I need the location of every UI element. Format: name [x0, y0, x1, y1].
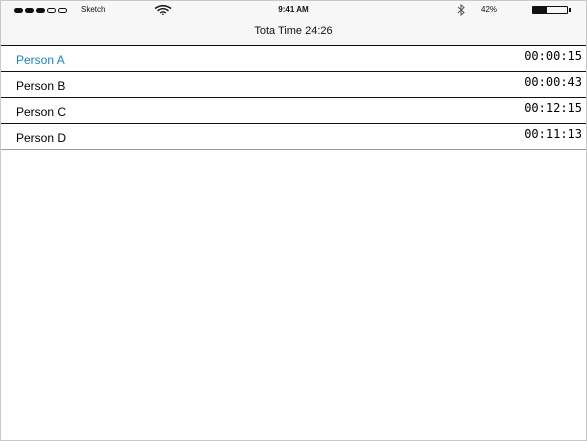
battery-fill — [533, 7, 548, 13]
clock-time: 9:41 AM — [278, 5, 309, 14]
person-time: 00:00:43 — [524, 75, 582, 89]
battery-percentage: 42% — [481, 5, 498, 14]
person-name: Person A — [16, 53, 65, 67]
bluetooth-icon — [457, 4, 465, 16]
battery-icon — [532, 6, 568, 14]
list-item-person-b[interactable]: Person B 00:00:43 — [1, 72, 586, 98]
list-item-person-c[interactable]: Person C 00:12:15 — [1, 98, 586, 124]
people-list: Person A 00:00:15 Person B 00:00:43 Pers… — [1, 46, 586, 150]
list-item-person-a[interactable]: Person A 00:00:15 — [1, 46, 586, 72]
person-time: 00:12:15 — [524, 101, 582, 115]
navigation-bar: Tota Time 24:26 — [1, 19, 586, 46]
person-time: 00:00:15 — [524, 49, 582, 63]
app-window: Sketch 9:41 AM 42% Tota Time 24:26 Perso… — [0, 0, 587, 441]
person-name: Person C — [16, 105, 67, 119]
list-item-person-d[interactable]: Person D 00:11:13 — [1, 124, 586, 150]
status-bar: Sketch 9:41 AM 42% — [1, 1, 586, 19]
person-name: Person D — [16, 131, 67, 145]
page-title: Tota Time 24:26 — [254, 25, 333, 37]
battery-tip — [569, 8, 571, 12]
person-name: Person B — [16, 79, 66, 93]
person-time: 00:11:13 — [524, 127, 582, 141]
